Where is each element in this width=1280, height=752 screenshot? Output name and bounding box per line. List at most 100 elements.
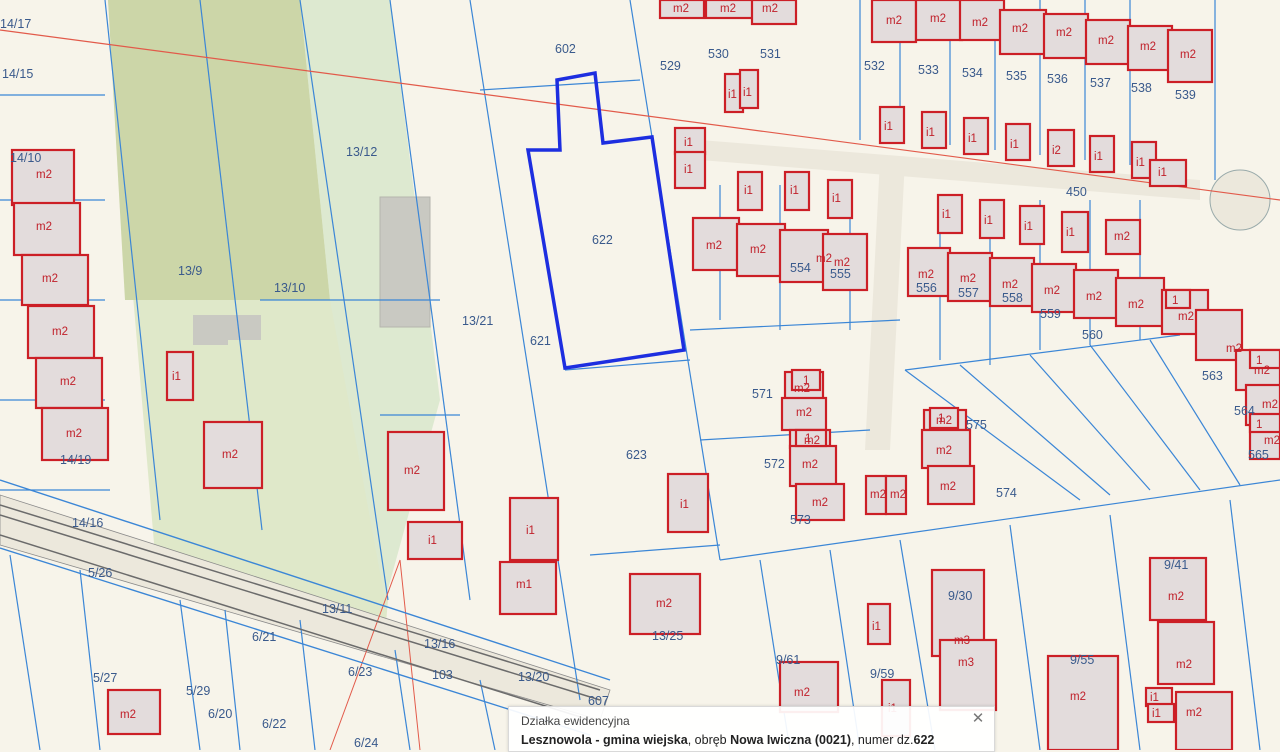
parcel-label-531[interactable]: 531 <box>760 47 781 61</box>
parcel-label-14-16[interactable]: 14/16 <box>72 516 103 530</box>
building-label: i2 <box>1052 145 1061 157</box>
parcel-label-574[interactable]: 574 <box>996 486 1017 500</box>
parcel-label-9-55[interactable]: 9/55 <box>1070 653 1094 667</box>
popup-gmina: Lesznowola - gmina wiejska <box>521 733 688 747</box>
parcel-label-14-19[interactable]: 14/19 <box>60 453 91 467</box>
parcel-label-602[interactable]: 602 <box>555 42 576 56</box>
parcel-label-556[interactable]: 556 <box>916 281 937 295</box>
building-label: i1 <box>884 121 893 133</box>
parcel-label-572[interactable]: 572 <box>764 457 785 471</box>
building-label: 1 <box>805 433 811 445</box>
parcel-label-6-23[interactable]: 6/23 <box>348 665 372 679</box>
building-label: m2 <box>1140 41 1156 53</box>
building-label: m2 <box>1056 27 1072 39</box>
parcel-label-530[interactable]: 530 <box>708 47 729 61</box>
parcel-label-573[interactable]: 573 <box>790 513 811 527</box>
parcel-label-533[interactable]: 533 <box>918 63 939 77</box>
parcel-label-534[interactable]: 534 <box>962 66 983 80</box>
building-label: m2 <box>1002 279 1018 291</box>
grey-building-block <box>193 315 228 345</box>
parcel-label-13-11[interactable]: 13/11 <box>322 602 352 616</box>
parcel-label-103[interactable]: 103 <box>432 668 453 682</box>
building-label: i1 <box>743 87 752 99</box>
parcel-label-558[interactable]: 558 <box>1002 291 1023 305</box>
parcel-label-14-15[interactable]: 14/15 <box>2 67 33 81</box>
parcel-label-9-30[interactable]: 9/30 <box>948 589 972 603</box>
parcel-label-555[interactable]: 555 <box>830 267 851 281</box>
parcel-label-622[interactable]: 622 <box>592 233 613 247</box>
building-label: m2 <box>1168 591 1184 603</box>
parcel-label-5-29[interactable]: 5/29 <box>186 684 210 698</box>
parcel-label-537[interactable]: 537 <box>1090 76 1111 90</box>
building-label: i1 <box>942 209 951 221</box>
parcel-label-535[interactable]: 535 <box>1006 69 1027 83</box>
parcel-label-557[interactable]: 557 <box>958 286 979 300</box>
building-label: m2 <box>890 489 906 501</box>
building-label: i1 <box>926 127 935 139</box>
parcel-label-575[interactable]: 575 <box>966 418 987 432</box>
building-label: m2 <box>972 17 988 29</box>
building-label: m2 <box>918 269 934 281</box>
building-label: i1 <box>684 164 693 176</box>
parcel-label-559[interactable]: 559 <box>1040 307 1061 321</box>
parcel-label-539[interactable]: 539 <box>1175 88 1196 102</box>
parcel-label-5-27[interactable]: 5/27 <box>93 671 117 685</box>
parcel-label-621[interactable]: 621 <box>530 334 551 348</box>
parcel-label-554[interactable]: 554 <box>790 261 811 275</box>
parcel-label-13-10[interactable]: 13/10 <box>274 281 305 295</box>
parcel-label-560[interactable]: 560 <box>1082 328 1103 342</box>
parcel-label-13-16[interactable]: 13/16 <box>424 637 455 651</box>
parcel-label-623[interactable]: 623 <box>626 448 647 462</box>
building-label: i1 <box>1010 139 1019 151</box>
building-label: m2 <box>936 445 952 457</box>
building-label: m2 <box>1180 49 1196 61</box>
building-label: m2 <box>960 273 976 285</box>
parcel-label-5-26[interactable]: 5/26 <box>88 566 112 580</box>
parcel-label-13-25[interactable]: 13/25 <box>652 629 683 643</box>
building-label: m2 <box>1070 691 1086 703</box>
parcel-label-536[interactable]: 536 <box>1047 72 1068 86</box>
parcel-label-538[interactable]: 538 <box>1131 81 1152 95</box>
parcel-label-9-41[interactable]: 9/41 <box>1164 558 1188 572</box>
parcel-label-450[interactable]: 450 <box>1066 185 1087 199</box>
parcel-label-9-59[interactable]: 9/59 <box>870 667 894 681</box>
parcel-label-14-17[interactable]: 14/17 <box>0 17 31 31</box>
building-label: 1 <box>1256 355 1262 367</box>
parcel-label-13-9[interactable]: 13/9 <box>178 264 202 278</box>
parcel-label-9-61[interactable]: 9/61 <box>776 653 800 667</box>
building-label: m2 <box>1264 435 1280 447</box>
parcel-label-6-24[interactable]: 6/24 <box>354 736 378 750</box>
parcel-label-564[interactable]: 564 <box>1234 404 1255 418</box>
parcel-label-565[interactable]: 565 <box>1248 448 1269 462</box>
building-label: m2 <box>60 376 76 388</box>
building-label: 1 <box>803 375 809 387</box>
parcel-label-6-21[interactable]: 6/21 <box>252 630 276 644</box>
popup-sep1: , obręb <box>687 733 731 747</box>
green-area-dark <box>108 0 330 300</box>
parcel-label-13-20[interactable]: 13/20 <box>518 670 549 684</box>
close-icon[interactable]: ✕ <box>970 711 986 727</box>
parcel-label-13-21[interactable]: 13/21 <box>462 314 493 328</box>
building-label: i1 <box>728 89 737 101</box>
building-label: m2 <box>816 253 832 265</box>
parcel-label-14-10[interactable]: 14/10 <box>10 151 41 165</box>
popup-info: Lesznowola - gmina wiejska, obręb Nowa I… <box>521 733 934 747</box>
building-label: m2 <box>1226 343 1242 355</box>
parcel-label-6-22[interactable]: 6/22 <box>262 717 286 731</box>
parcel-label-563[interactable]: 563 <box>1202 369 1223 383</box>
parcel-label-13-12[interactable]: 13/12 <box>346 145 377 159</box>
building-label: m2 <box>706 240 722 252</box>
parcel-label-6-20[interactable]: 6/20 <box>208 707 232 721</box>
building-label: m2 <box>930 13 946 25</box>
parcel-label-571[interactable]: 571 <box>752 387 773 401</box>
parcel-label-532[interactable]: 532 <box>864 59 885 73</box>
building-label: i1 <box>526 525 535 537</box>
building-label: m2 <box>673 3 689 15</box>
cadastral-map[interactable]: m2 m2 m2 m2 m2 m2 i1 m2 m2 i1 i1 m1 m2 i1 i1 i1 i1 i1 i1 i1… <box>0 0 1280 750</box>
building-label: m2 <box>1098 35 1114 47</box>
building-label: i1 <box>680 499 689 511</box>
building-label: m2 <box>796 407 812 419</box>
parcel-info-popup: Działka ewidencyjna Lesznowola - gmina w… <box>508 706 995 752</box>
building-label: m2 <box>36 221 52 233</box>
parcel-label-529[interactable]: 529 <box>660 59 681 73</box>
